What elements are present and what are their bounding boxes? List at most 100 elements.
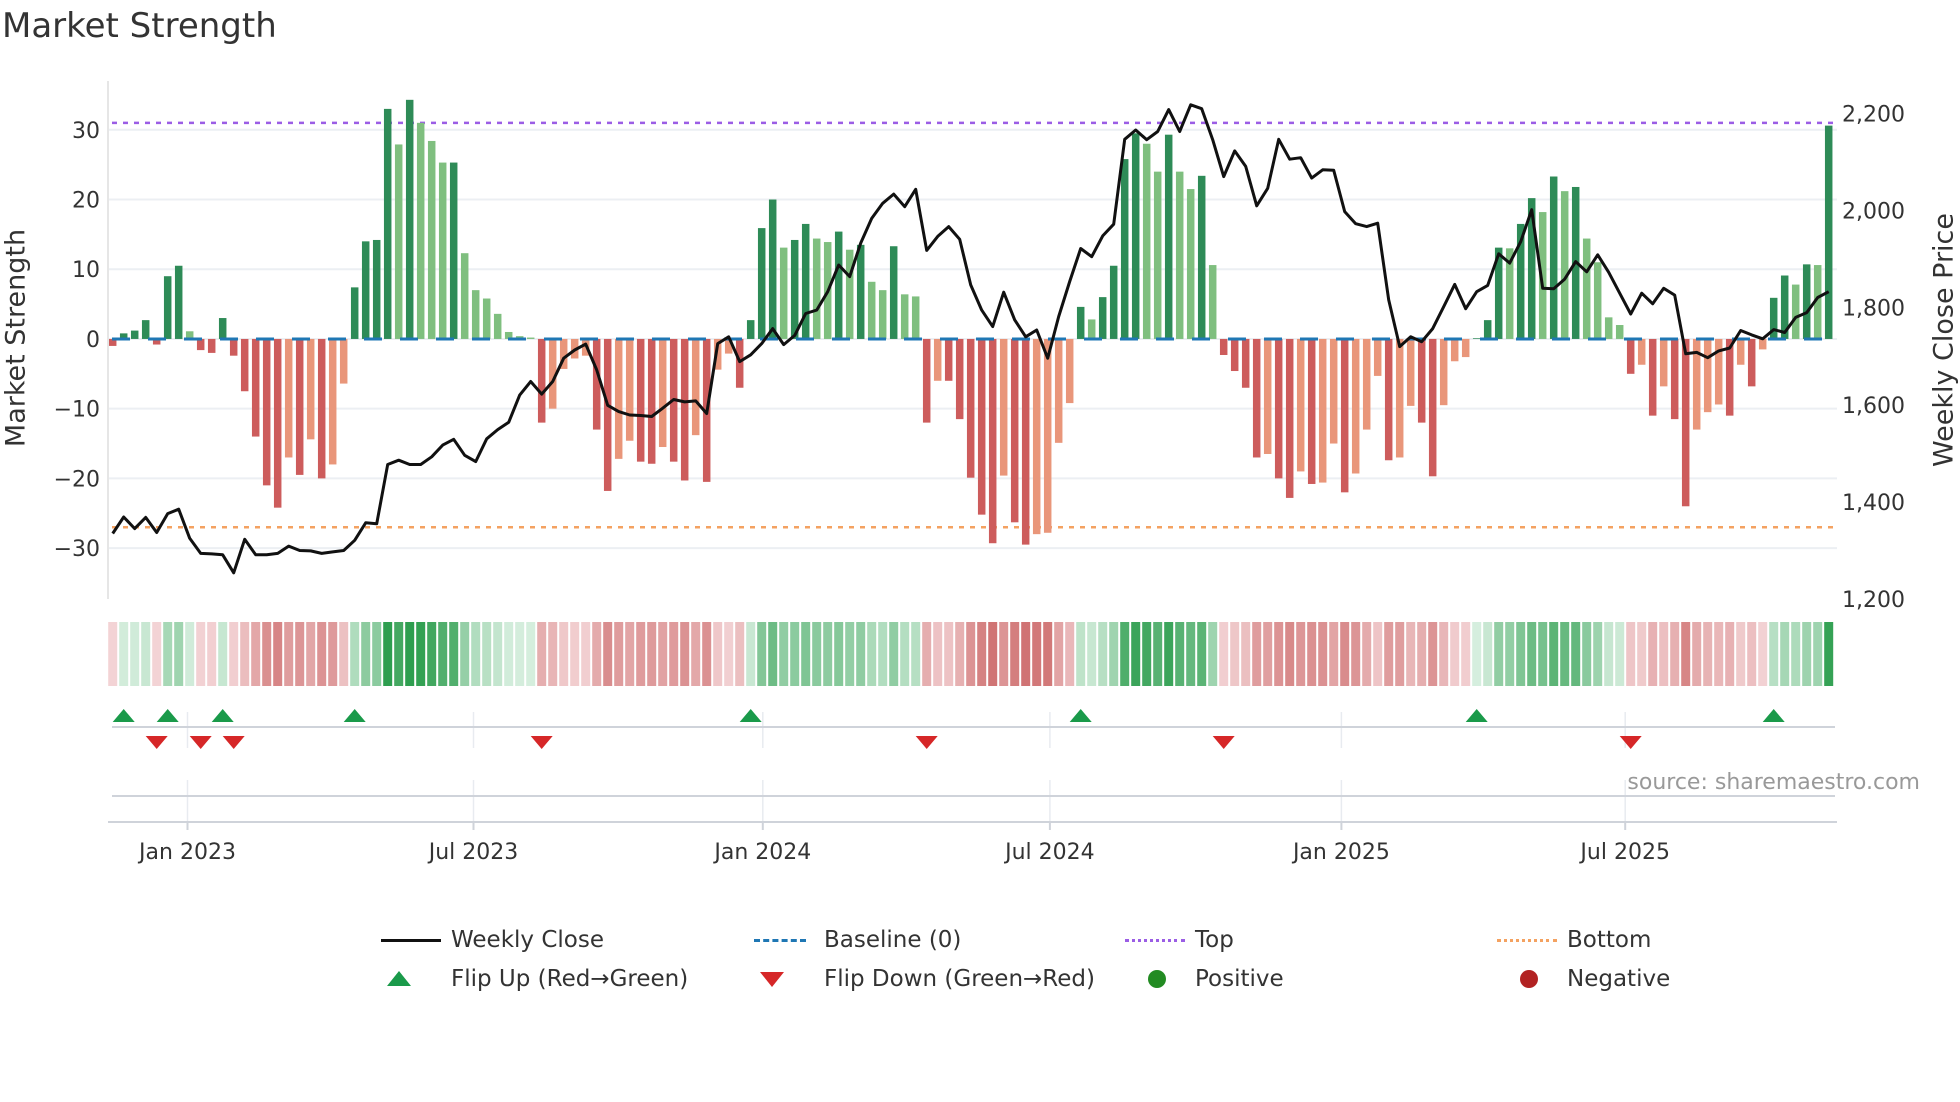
negative-bar (537, 338, 546, 423)
strip-cell (1736, 622, 1746, 686)
negative-bar (240, 338, 249, 392)
strip-cell (515, 622, 525, 686)
strip-cell (130, 622, 140, 686)
positive-bar (790, 239, 799, 339)
strip-cell (1725, 622, 1735, 686)
strip-cell (1615, 622, 1625, 686)
strip-cell (691, 622, 701, 686)
strip-cell (548, 622, 558, 686)
positive-bar (361, 241, 370, 339)
strip-cell (383, 622, 393, 686)
negative-bar (1439, 338, 1448, 406)
negative-bar (1461, 338, 1470, 358)
strip-cell (680, 622, 690, 686)
negative-bar (1681, 338, 1690, 507)
strip-cell (1692, 622, 1702, 686)
y-tick-label-left: −20 (54, 467, 100, 492)
flip-down-marker (1619, 736, 1642, 749)
negative-bar (1230, 338, 1239, 372)
strip-cell (240, 622, 250, 686)
y-tick-label-left: −30 (54, 537, 100, 562)
negative-bar (988, 338, 997, 544)
triangle-up-icon (381, 964, 451, 994)
strip-cell (504, 622, 514, 686)
strip-cell (339, 622, 349, 686)
y-tick-label-right: 1,800 (1842, 297, 1905, 322)
strip-cell (218, 622, 228, 686)
negative-bar (306, 338, 315, 440)
x-tick-label: Jul 2023 (427, 840, 519, 865)
strip-cell (702, 622, 712, 686)
negative-bar (1648, 338, 1657, 416)
flip-up-marker (343, 709, 366, 722)
strip-cell (966, 622, 976, 686)
strip-cell (1351, 622, 1361, 686)
dashed-line-icon (754, 925, 824, 955)
negative-bar (999, 338, 1008, 476)
positive-bar (1615, 325, 1624, 339)
legend-item-top: Top (1125, 925, 1234, 955)
strip-cell (900, 622, 910, 686)
strip-cell (1362, 622, 1372, 686)
negative-bar (1362, 338, 1371, 430)
negative-bar (339, 338, 348, 384)
negative-bar (1307, 338, 1316, 484)
positive-bar (1087, 319, 1096, 339)
positive-bar (757, 228, 766, 339)
negative-bar (1626, 338, 1635, 374)
strip-cell (1461, 622, 1471, 686)
negative-bar (1373, 338, 1382, 376)
strip-cell (482, 622, 492, 686)
negative-bar (691, 338, 700, 436)
negative-bar (262, 338, 271, 486)
flip-down-marker (1212, 736, 1235, 749)
strip-cell (152, 622, 162, 686)
strip-cell (757, 622, 767, 686)
negative-bar (592, 338, 601, 430)
negative-bar (1659, 338, 1668, 387)
y-tick-label-left: 0 (86, 328, 100, 353)
strip-cell (1593, 622, 1603, 686)
strip-cell (350, 622, 360, 686)
strip-cell (174, 622, 184, 686)
negative-bar (295, 338, 304, 475)
positive-bar (1098, 297, 1107, 339)
negative-bar (1043, 338, 1052, 533)
strip-cell (1604, 622, 1614, 686)
strip-cell (955, 622, 965, 686)
y-tick-label-left: −10 (54, 398, 100, 423)
negative-bar (1450, 338, 1459, 362)
strip-cell (724, 622, 734, 686)
positive-bar (812, 238, 821, 339)
strip-cell (1659, 622, 1669, 686)
strip-cell (581, 622, 591, 686)
positive-bar (438, 162, 447, 339)
strip-cell (1450, 622, 1460, 686)
strip-cell (1263, 622, 1273, 686)
strip-cell (416, 622, 426, 686)
y-tick-label-right: 2,000 (1842, 200, 1905, 225)
legend-label: Bottom (1567, 927, 1652, 953)
strip-cell (185, 622, 195, 686)
strip-cell (108, 622, 118, 686)
strip-cell (889, 622, 899, 686)
strip-cell (1219, 622, 1229, 686)
strip-cell (493, 622, 503, 686)
positive-bar (405, 99, 414, 339)
strip-cell (999, 622, 1009, 686)
flip-down-marker (222, 736, 245, 749)
positive-bar (1131, 133, 1140, 339)
strip-cell (1626, 622, 1636, 686)
x-tick-label: Jan 2025 (1291, 840, 1390, 865)
positive-bar (1483, 320, 1492, 339)
x-tick-label: Jul 2025 (1578, 840, 1670, 865)
legend-item-flip-down: Flip Down (Green→Red) (754, 964, 1095, 994)
positive-bar (1472, 338, 1481, 339)
negative-bar (317, 338, 326, 479)
negative-bar (944, 338, 953, 381)
strip-cell (933, 622, 943, 686)
positive-bar (1120, 159, 1129, 339)
strip-cell (1032, 622, 1042, 686)
strip-cell (1197, 622, 1207, 686)
positive-bar (163, 276, 172, 339)
